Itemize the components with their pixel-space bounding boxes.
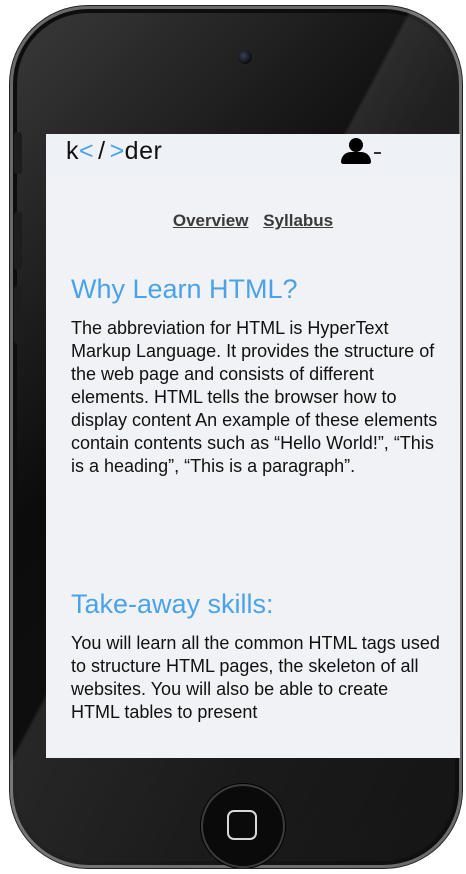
section-body-why-learn: The abbreviation for HTML is HyperText M… (71, 318, 438, 476)
logo-k: k (66, 137, 79, 165)
app-screen: k< / >der Overview Syllabus Why Learn HTML… (46, 134, 460, 758)
user-icon (349, 138, 363, 152)
section-title-takeaway: Take-away skills: (71, 589, 274, 619)
front-camera-icon (238, 50, 252, 64)
mute-switch (14, 132, 22, 174)
volume-up-button (14, 212, 22, 270)
logo-lt: < (79, 137, 95, 165)
tab-overview[interactable]: Overview (173, 211, 249, 230)
section-title-why-learn: Why Learn HTML? (71, 274, 298, 304)
course-tabs: Overview Syllabus (46, 211, 460, 231)
home-button[interactable] (201, 784, 285, 868)
user-icon-body (341, 152, 371, 164)
volume-down-button (14, 286, 22, 344)
caret-down-icon (374, 152, 381, 154)
user-menu-button[interactable] (340, 138, 384, 164)
kloder-logo[interactable]: k< / >der (66, 137, 162, 166)
section-body-takeaway: You will learn all the common HTML tags … (71, 633, 440, 722)
app-header: k< / >der (46, 134, 460, 176)
logo-slash: / (98, 137, 106, 165)
logo-gt: > (109, 137, 125, 165)
home-square-icon (227, 810, 257, 840)
main-content: Overview Syllabus Why Learn HTML? The ab… (46, 176, 460, 758)
tab-syllabus[interactable]: Syllabus (263, 211, 333, 230)
logo-der: der (124, 137, 163, 165)
